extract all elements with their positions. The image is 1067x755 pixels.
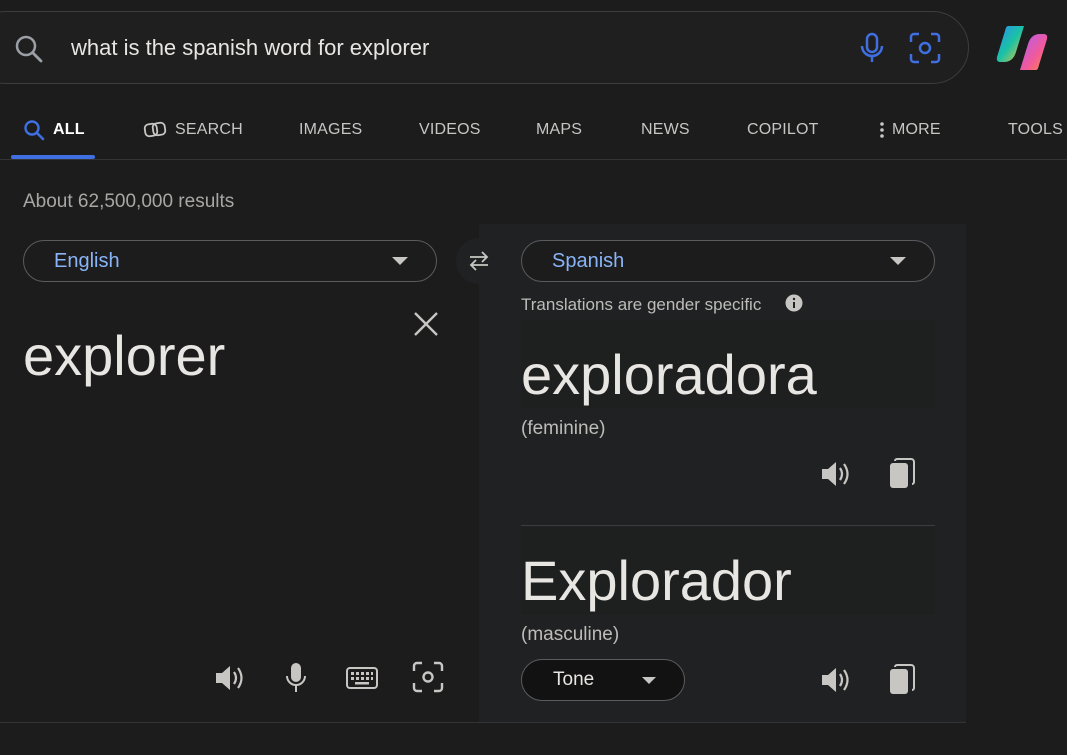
translation-word-masculine: Explorador — [521, 549, 792, 612]
microphone-icon[interactable] — [858, 32, 886, 64]
swap-languages-button[interactable] — [456, 238, 502, 284]
copilot-search-icon — [143, 119, 167, 141]
tab-label: IMAGES — [299, 121, 363, 138]
tab-label: TOOLS — [1008, 121, 1063, 138]
speaker-icon — [822, 668, 849, 692]
camera-scan-icon — [412, 661, 444, 693]
target-language-select[interactable]: Spanish — [521, 240, 935, 282]
gender-note: Translations are gender specific — [521, 295, 762, 314]
copy-icon — [890, 458, 915, 488]
source-text-input[interactable]: explorer — [23, 322, 225, 390]
translation-gender-feminine: (feminine) — [521, 418, 606, 439]
tab-search[interactable]: SEARCH — [143, 100, 243, 160]
search-tabs: ALL SEARCH IMAGES VIDEOS MAPS NEWS COPIL… — [0, 100, 1067, 160]
microphone-icon — [286, 663, 306, 692]
copy-masculine-button[interactable] — [884, 662, 920, 698]
more-vertical-icon — [879, 121, 885, 139]
copilot-logo[interactable] — [994, 22, 1050, 74]
keyboard-icon — [346, 667, 378, 689]
swap-icon — [469, 251, 489, 271]
source-language-select[interactable]: English — [23, 240, 437, 282]
voice-input-button[interactable] — [278, 660, 314, 696]
tab-copilot[interactable]: COPILOT — [747, 100, 819, 160]
translations-divider — [521, 525, 935, 526]
tab-label: SEARCH — [175, 121, 243, 138]
tone-select[interactable]: Tone — [521, 659, 685, 701]
visual-search-icon[interactable] — [908, 31, 942, 65]
keyboard-button[interactable] — [344, 660, 380, 696]
source-language-label: English — [54, 249, 120, 272]
source-pane — [0, 224, 479, 722]
chevron-down-icon — [392, 257, 408, 265]
speaker-icon — [216, 666, 243, 690]
tab-label: NEWS — [641, 121, 690, 138]
search-results-page: what is the spanish word for explorer AL… — [0, 0, 1067, 755]
translation-gender-masculine: (masculine) — [521, 624, 620, 645]
tab-label: ALL — [53, 121, 85, 138]
listen-masculine-button[interactable] — [818, 662, 854, 698]
close-icon[interactable] — [410, 308, 442, 340]
tab-label: VIDEOS — [419, 121, 481, 138]
listen-feminine-button[interactable] — [818, 456, 854, 492]
speaker-icon — [822, 462, 849, 486]
tab-label: MORE — [892, 121, 941, 138]
copy-icon — [890, 664, 915, 694]
tab-label: MAPS — [536, 121, 583, 138]
tab-maps[interactable]: MAPS — [536, 100, 582, 160]
tabs-divider — [0, 159, 1067, 160]
info-icon[interactable] — [785, 294, 803, 312]
listen-source-button[interactable] — [212, 660, 248, 696]
search-input[interactable]: what is the spanish word for explorer — [71, 34, 429, 62]
target-language-label: Spanish — [552, 249, 625, 272]
image-translate-button[interactable] — [410, 659, 446, 695]
copy-feminine-button[interactable] — [884, 456, 920, 492]
tab-images[interactable]: IMAGES — [299, 100, 362, 160]
tab-news[interactable]: NEWS — [641, 100, 690, 160]
results-count: About 62,500,000 results — [23, 191, 235, 212]
search-icon — [23, 119, 45, 141]
panel-divider — [0, 722, 966, 723]
tab-label: COPILOT — [747, 121, 819, 138]
chevron-down-icon — [642, 677, 656, 684]
chevron-down-icon — [890, 257, 906, 265]
tone-label: Tone — [553, 669, 595, 690]
tab-all[interactable]: ALL — [23, 100, 85, 160]
tab-videos[interactable]: VIDEOS — [419, 100, 481, 160]
tab-tools[interactable]: TOOLS — [1008, 100, 1063, 160]
tab-more[interactable]: MORE — [879, 100, 941, 160]
search-icon[interactable] — [13, 33, 45, 65]
translation-word-feminine: exploradora — [521, 343, 817, 406]
